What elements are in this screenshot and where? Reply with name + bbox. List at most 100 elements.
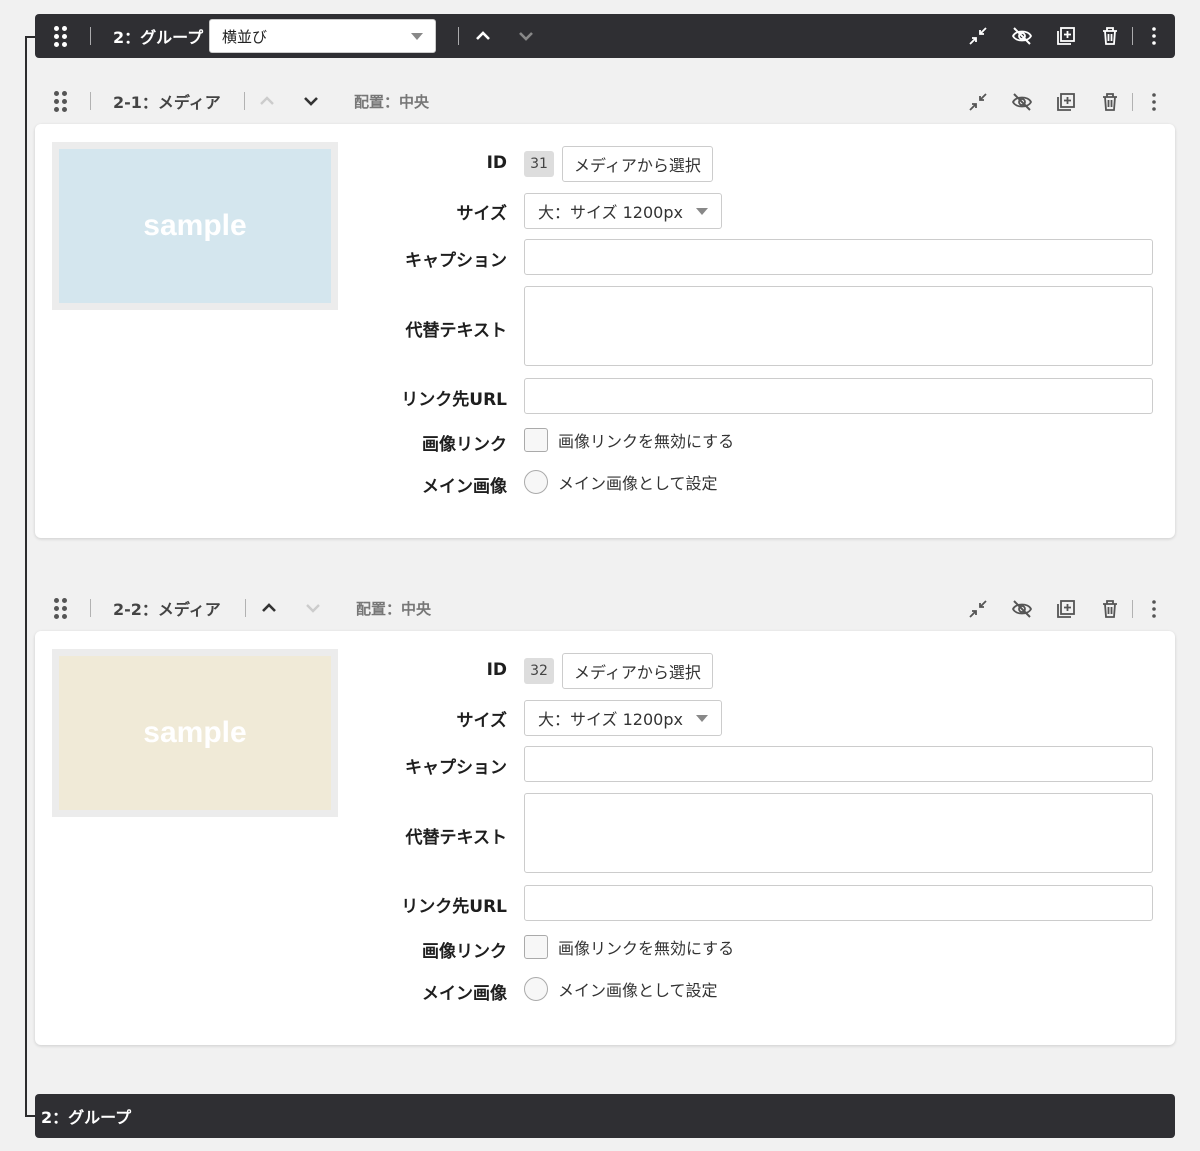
more-vertical-icon[interactable] — [1133, 87, 1175, 117]
main-image-option: メイン画像として設定 — [524, 470, 718, 494]
chevron-down-icon[interactable] — [298, 593, 328, 623]
size-select[interactable]: 大：サイズ 1200px — [524, 700, 722, 736]
divider — [90, 27, 91, 45]
caret-down-icon — [696, 207, 708, 215]
alt-text-label: 代替テキスト — [405, 828, 508, 848]
divider — [244, 92, 245, 110]
more-vertical-icon[interactable] — [1133, 594, 1175, 624]
main-image-option: メイン画像として設定 — [524, 977, 718, 1001]
trash-icon[interactable] — [1088, 87, 1132, 117]
caption-label: キャプション — [405, 251, 507, 271]
link-url-input[interactable] — [524, 378, 1153, 414]
eye-off-icon[interactable] — [1000, 87, 1044, 117]
image-link-label: 画像リンク — [422, 435, 507, 455]
caption-label: キャプション — [405, 758, 507, 778]
id-label: ID — [486, 660, 507, 680]
media-id-badge: 32 — [524, 658, 554, 684]
thumbnail-text: sample — [143, 716, 247, 749]
disable-link-text: 画像リンクを無効にする — [558, 432, 735, 451]
divider — [245, 599, 246, 617]
disable-link-text: 画像リンクを無効にする — [558, 939, 735, 958]
media-id-badge: 31 — [524, 151, 554, 177]
alt-text-label: 代替テキスト — [405, 321, 508, 341]
group-footer-title: 2：グループ — [41, 1108, 132, 1127]
block-toolbar — [956, 594, 1175, 624]
alt-text-textarea[interactable] — [524, 793, 1153, 873]
caption-input[interactable] — [524, 239, 1153, 275]
main-image-label: メイン画像 — [422, 984, 507, 1004]
eye-off-icon[interactable] — [1000, 594, 1044, 624]
duplicate-icon[interactable] — [1044, 21, 1088, 51]
caption-input[interactable] — [524, 746, 1153, 782]
block-toolbar — [956, 87, 1175, 117]
more-vertical-icon[interactable] — [1133, 21, 1175, 51]
size-value: 大：サイズ 1200px — [538, 710, 683, 729]
group-toolbar — [956, 21, 1175, 51]
id-row: 32 メディアから選択 — [524, 653, 713, 689]
media-block-card: sample ID 31 メディアから選択 サイズ 大：サイズ 1200px キ… — [35, 124, 1175, 538]
media-thumbnail[interactable]: sample — [52, 142, 338, 310]
align-indicator: 配置：中央 — [356, 599, 432, 618]
align-indicator: 配置：中央 — [354, 92, 430, 111]
caret-down-icon — [696, 714, 708, 722]
media-thumbnail[interactable]: sample — [52, 649, 338, 817]
id-label: ID — [486, 153, 507, 173]
drag-handle-icon[interactable] — [54, 90, 68, 112]
alt-text-textarea[interactable] — [524, 286, 1153, 366]
group-layout-value: 横並び — [222, 27, 268, 46]
select-media-button[interactable]: メディアから選択 — [562, 146, 713, 182]
group-title: 2：グループ — [113, 28, 204, 47]
chevron-down-icon[interactable] — [511, 21, 541, 51]
size-select[interactable]: 大：サイズ 1200px — [524, 193, 722, 229]
collapse-icon[interactable] — [956, 21, 1000, 51]
disable-link-checkbox[interactable] — [524, 935, 548, 959]
trash-icon[interactable] — [1088, 21, 1132, 51]
divider — [1132, 600, 1133, 618]
divider — [90, 92, 91, 110]
drag-handle-icon[interactable] — [54, 597, 68, 619]
size-label: サイズ — [456, 711, 508, 731]
group-layout-select[interactable]: 横並び — [209, 19, 436, 53]
chevron-up-icon[interactable] — [468, 21, 498, 51]
block-title: 2-2：メディア — [113, 600, 221, 619]
divider — [90, 599, 91, 617]
trash-icon[interactable] — [1088, 594, 1132, 624]
divider — [1132, 93, 1133, 111]
collapse-icon[interactable] — [956, 594, 1000, 624]
chevron-up-icon[interactable] — [254, 593, 284, 623]
chevron-up-icon[interactable] — [252, 86, 282, 116]
divider — [458, 27, 459, 45]
collapse-icon[interactable] — [956, 87, 1000, 117]
group-header: 2：グループ 横並び — [35, 14, 1175, 58]
chevron-down-icon[interactable] — [296, 86, 326, 116]
id-row: 31 メディアから選択 — [524, 146, 713, 182]
disable-link-option: 画像リンクを無効にする — [524, 428, 734, 452]
select-media-button[interactable]: メディアから選択 — [562, 653, 713, 689]
main-image-text: メイン画像として設定 — [558, 981, 718, 1000]
main-image-text: メイン画像として設定 — [558, 474, 718, 493]
link-url-input[interactable] — [524, 885, 1153, 921]
image-link-label: 画像リンク — [422, 942, 507, 962]
drag-handle-icon[interactable] — [54, 25, 68, 47]
duplicate-icon[interactable] — [1044, 594, 1088, 624]
thumbnail-text: sample — [143, 209, 247, 242]
size-value: 大：サイズ 1200px — [538, 203, 683, 222]
thumbnail-image: sample — [59, 656, 331, 810]
divider — [1132, 27, 1133, 45]
size-label: サイズ — [456, 204, 508, 224]
block-header: 2-1：メディア 配置：中央 — [35, 81, 1175, 121]
thumbnail-image: sample — [59, 149, 331, 303]
main-image-label: メイン画像 — [422, 477, 507, 497]
media-block-card: sample ID 32 メディアから選択 サイズ 大：サイズ 1200px キ… — [35, 631, 1175, 1045]
disable-link-option: 画像リンクを無効にする — [524, 935, 734, 959]
main-image-radio[interactable] — [524, 470, 548, 494]
group-footer: 2：グループ — [35, 1094, 1175, 1138]
link-url-label: リンク先URL — [401, 390, 507, 410]
duplicate-icon[interactable] — [1044, 87, 1088, 117]
block-title: 2-1：メディア — [113, 93, 221, 112]
eye-off-icon[interactable] — [1000, 21, 1044, 51]
disable-link-checkbox[interactable] — [524, 428, 548, 452]
caret-down-icon — [411, 32, 423, 40]
main-image-radio[interactable] — [524, 977, 548, 1001]
link-url-label: リンク先URL — [401, 897, 507, 917]
